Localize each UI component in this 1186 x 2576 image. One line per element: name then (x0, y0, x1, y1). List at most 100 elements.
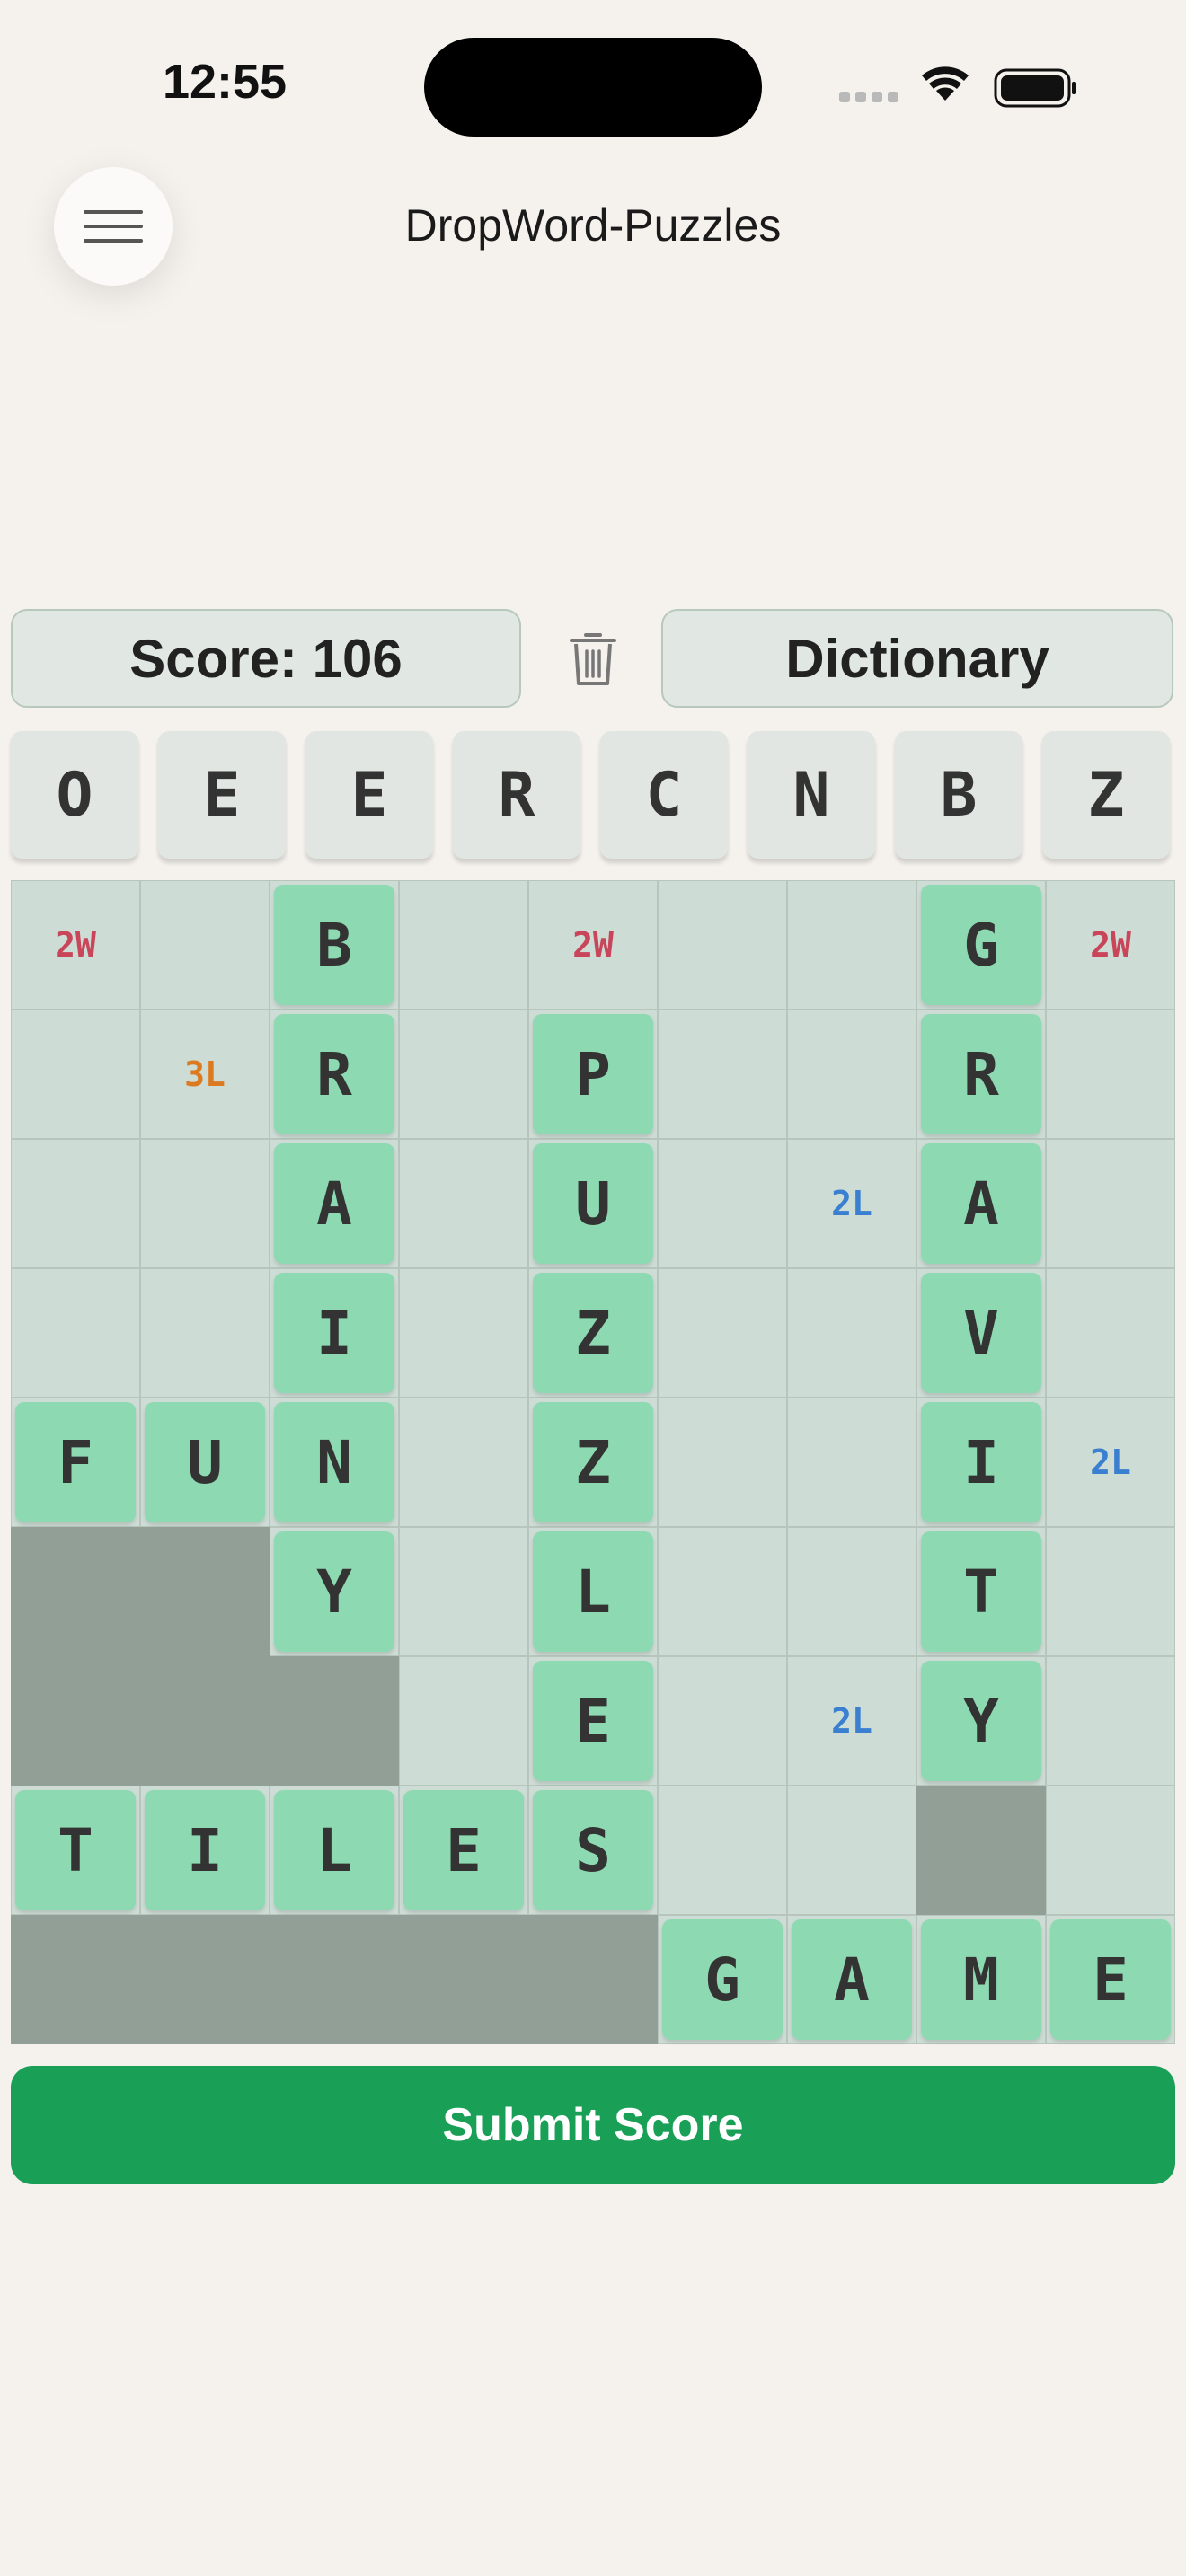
board-cell: B (270, 880, 399, 1010)
board-cell: Z (528, 1398, 658, 1527)
dictionary-button[interactable]: Dictionary (661, 609, 1173, 708)
letter-tile[interactable]: L (533, 1531, 653, 1652)
letter-tile[interactable]: Y (921, 1661, 1041, 1781)
letter-tile[interactable]: N (274, 1402, 394, 1522)
letter-tile[interactable]: E (1050, 1919, 1171, 2040)
empty-cell[interactable] (1046, 1786, 1175, 1915)
empty-cell[interactable] (399, 1656, 528, 1786)
empty-cell[interactable] (658, 1527, 787, 1656)
letter-tile[interactable]: E (533, 1661, 653, 1781)
letter-tile[interactable]: Y (274, 1531, 394, 1652)
empty-cell[interactable] (399, 1398, 528, 1527)
empty-cell[interactable] (11, 1139, 140, 1268)
letter-tile[interactable]: V (921, 1273, 1041, 1393)
empty-cell[interactable] (140, 880, 270, 1010)
letter-tile[interactable]: M (921, 1919, 1041, 2040)
letter-tile[interactable]: E (403, 1790, 524, 1910)
bonus-label: 2W (572, 925, 614, 965)
letter-tile[interactable]: I (145, 1790, 265, 1910)
rack-tile[interactable]: E (305, 731, 433, 859)
bonus-cell[interactable]: 2W (528, 880, 658, 1010)
empty-cell[interactable] (140, 1139, 270, 1268)
board-cell: E (1046, 1915, 1175, 2044)
letter-tile[interactable]: S (533, 1790, 653, 1910)
empty-cell[interactable] (399, 880, 528, 1010)
letter-tile[interactable]: F (15, 1402, 136, 1522)
letter-tile[interactable]: B (274, 885, 394, 1005)
board-cell: I (916, 1398, 1046, 1527)
empty-cell[interactable] (1046, 1268, 1175, 1398)
empty-cell[interactable] (399, 1268, 528, 1398)
empty-cell[interactable] (787, 1527, 916, 1656)
letter-tile[interactable]: P (533, 1014, 653, 1134)
empty-cell[interactable] (787, 1268, 916, 1398)
letter-tile[interactable]: A (792, 1919, 912, 2040)
empty-cell[interactable] (11, 1268, 140, 1398)
letter-tile[interactable]: G (662, 1919, 783, 2040)
letter-tile[interactable]: A (921, 1143, 1041, 1264)
board-cell: Z (528, 1268, 658, 1398)
bonus-cell[interactable]: 2W (1046, 880, 1175, 1010)
bonus-label: 2L (831, 1184, 872, 1223)
bonus-cell[interactable]: 2L (787, 1656, 916, 1786)
empty-cell[interactable] (787, 880, 916, 1010)
score-display: Score: 106 (11, 609, 521, 708)
empty-cell[interactable] (1046, 1139, 1175, 1268)
board-cell: A (787, 1915, 916, 2044)
letter-tile[interactable]: T (921, 1531, 1041, 1652)
rack-tile[interactable]: Z (1042, 731, 1170, 859)
letter-tile[interactable]: L (274, 1790, 394, 1910)
bonus-label: 2L (831, 1701, 872, 1741)
submit-score-button[interactable]: Submit Score (11, 2066, 1175, 2184)
empty-cell[interactable] (1046, 1010, 1175, 1139)
rack-tile[interactable]: C (600, 731, 728, 859)
rack-tile[interactable]: O (11, 731, 138, 859)
letter-tile[interactable]: Z (533, 1273, 653, 1393)
status-time: 12:55 (162, 55, 288, 109)
empty-cell[interactable] (399, 1010, 528, 1139)
bonus-cell[interactable]: 2W (11, 880, 140, 1010)
empty-cell[interactable] (787, 1010, 916, 1139)
empty-cell[interactable] (11, 1010, 140, 1139)
blocked-cell (140, 1915, 270, 2044)
menu-button[interactable] (54, 167, 173, 286)
letter-tile[interactable]: R (921, 1014, 1041, 1134)
empty-cell[interactable] (787, 1786, 916, 1915)
board-cell: F (11, 1398, 140, 1527)
bonus-cell[interactable]: 2L (1046, 1398, 1175, 1527)
rack-tile[interactable]: E (158, 731, 286, 859)
letter-tile[interactable]: T (15, 1790, 136, 1910)
letter-tile[interactable]: R (274, 1014, 394, 1134)
empty-cell[interactable] (787, 1398, 916, 1527)
letter-tile[interactable]: U (145, 1402, 265, 1522)
empty-cell[interactable] (399, 1139, 528, 1268)
empty-cell[interactable] (658, 1010, 787, 1139)
empty-cell[interactable] (658, 1656, 787, 1786)
empty-cell[interactable] (658, 880, 787, 1010)
empty-cell[interactable] (658, 1398, 787, 1527)
letter-tile[interactable]: I (274, 1273, 394, 1393)
empty-cell[interactable] (658, 1268, 787, 1398)
board-cell: S (528, 1786, 658, 1915)
empty-cell[interactable] (658, 1786, 787, 1915)
empty-cell[interactable] (1046, 1656, 1175, 1786)
empty-cell[interactable] (399, 1527, 528, 1656)
rack-tile[interactable]: R (453, 731, 580, 859)
letter-tile[interactable]: U (533, 1143, 653, 1264)
bonus-cell[interactable]: 3L (140, 1010, 270, 1139)
board-cell: A (270, 1139, 399, 1268)
empty-cell[interactable] (140, 1268, 270, 1398)
letter-tile[interactable]: A (274, 1143, 394, 1264)
bonus-label: 2L (1090, 1442, 1131, 1482)
bonus-cell[interactable]: 2L (787, 1139, 916, 1268)
letter-tile[interactable]: G (921, 885, 1041, 1005)
board-cell: U (528, 1139, 658, 1268)
letter-tile[interactable]: I (921, 1402, 1041, 1522)
rack-tile[interactable]: B (895, 731, 1022, 859)
rack-tile[interactable]: N (748, 731, 875, 859)
empty-cell[interactable] (658, 1139, 787, 1268)
letter-tile[interactable]: Z (533, 1402, 653, 1522)
empty-cell[interactable] (1046, 1527, 1175, 1656)
clear-button[interactable] (557, 623, 629, 695)
board-cell: Y (916, 1656, 1046, 1786)
